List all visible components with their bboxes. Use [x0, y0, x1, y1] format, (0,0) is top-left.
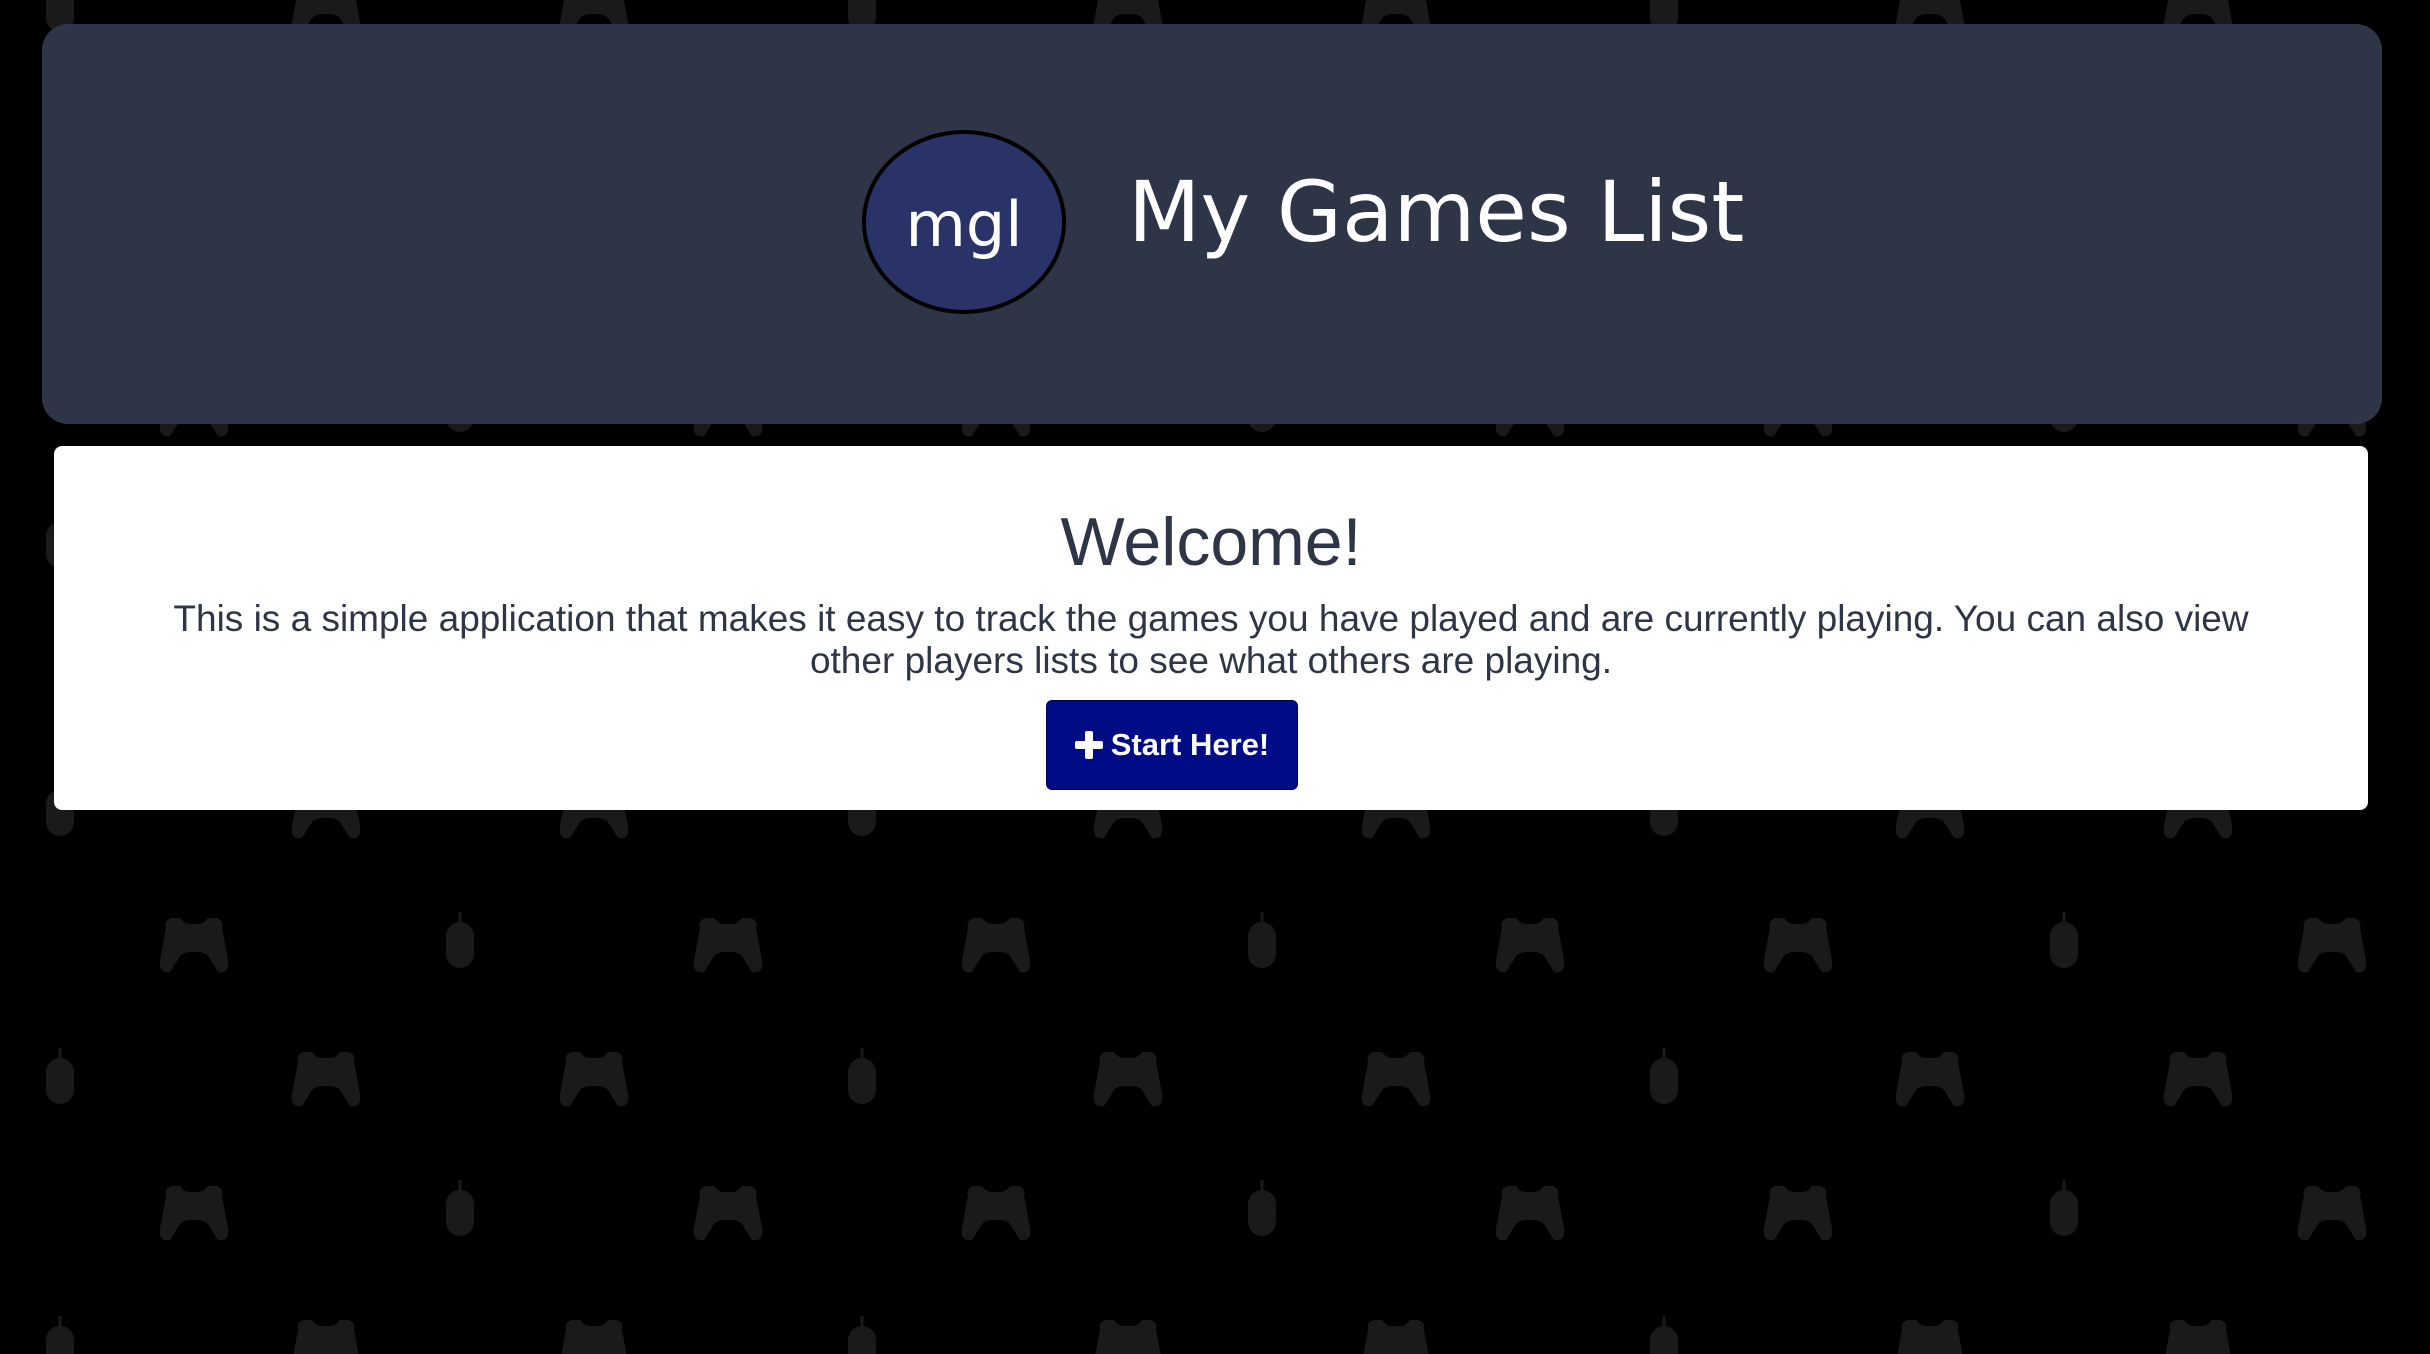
start-here-label: Start Here!	[1110, 727, 1270, 762]
plus-icon	[1074, 731, 1103, 759]
site-logo[interactable]: mgl	[862, 130, 1066, 314]
welcome-card: Welcome! This is a simple application th…	[54, 446, 2368, 810]
site-header: mgl My Games List	[42, 24, 2382, 424]
welcome-heading: Welcome!	[1060, 504, 1362, 580]
site-title: My Games List	[1128, 163, 1745, 261]
logo-text: mgl	[905, 188, 1023, 261]
start-here-button[interactable]: Start Here!	[1046, 700, 1298, 790]
welcome-description: This is a simple application that makes …	[173, 598, 2249, 681]
